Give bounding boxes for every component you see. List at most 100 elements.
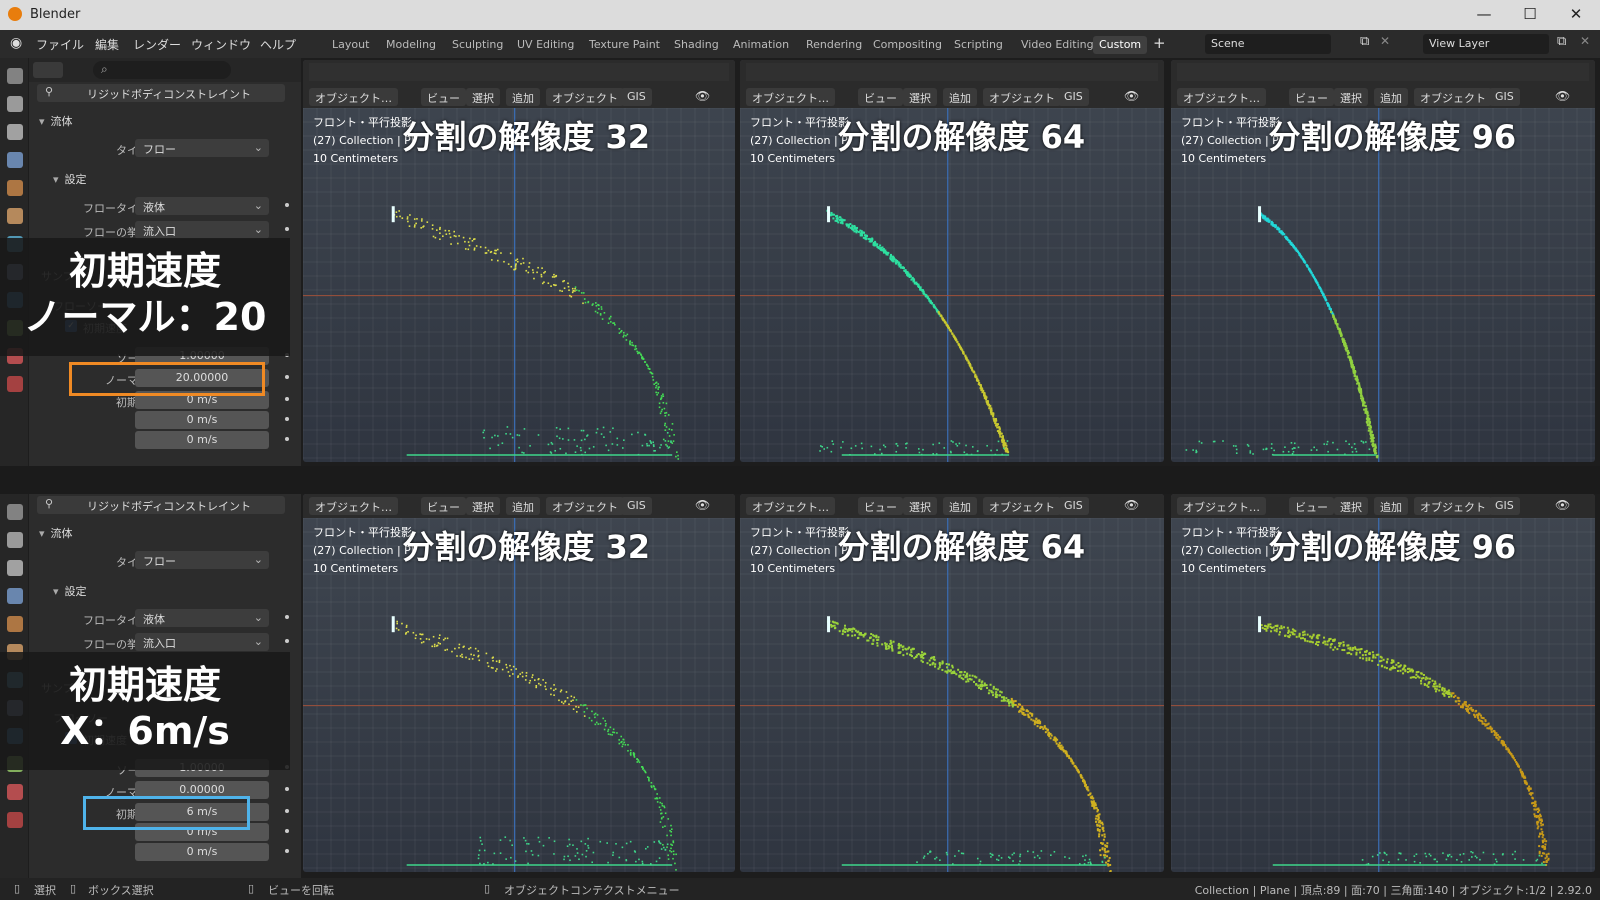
mode-dropdown[interactable]: オブジェクト… bbox=[746, 88, 835, 106]
workspace-tab-modeling[interactable]: Modeling bbox=[380, 36, 442, 54]
keyframe-dot-icon[interactable] bbox=[285, 397, 289, 401]
workspace-tab-uv-editing[interactable]: UV Editing bbox=[511, 36, 580, 54]
select-menu[interactable]: 選択 bbox=[1334, 497, 1368, 515]
workspace-tab-layout[interactable]: Layout bbox=[326, 36, 375, 54]
settings-section[interactable]: ▾ 設定 bbox=[53, 583, 87, 599]
flow-type-field[interactable]: 液体 ⌄ bbox=[135, 609, 269, 627]
workspace-tab-texture-paint[interactable]: Texture Paint bbox=[583, 36, 666, 54]
add-menu[interactable]: 追加 bbox=[506, 497, 540, 515]
properties-tab-icon[interactable] bbox=[7, 560, 23, 576]
properties-tab-icon[interactable] bbox=[7, 124, 23, 140]
workspace-tab-sculpting[interactable]: Sculpting bbox=[446, 36, 509, 54]
view-menu[interactable]: ビュー bbox=[421, 88, 466, 106]
fluid-type-field[interactable]: フロー ⌄ bbox=[135, 139, 269, 157]
object-menu[interactable]: オブジェクト bbox=[546, 497, 624, 515]
add-menu[interactable]: 追加 bbox=[1374, 88, 1408, 106]
properties-tab-icon[interactable] bbox=[7, 784, 23, 800]
view-menu[interactable]: ビュー bbox=[858, 497, 903, 515]
add-menu[interactable]: 追加 bbox=[943, 88, 977, 106]
object-menu[interactable]: オブジェクト bbox=[1414, 88, 1492, 106]
keyframe-dot-icon[interactable] bbox=[285, 437, 289, 441]
rigid-body-constraint-button[interactable]: ⚲ リジッドボディコンストレイント bbox=[37, 84, 285, 102]
workspace-tab-animation[interactable]: Animation bbox=[727, 36, 795, 54]
visibility-eye-icon[interactable]: 👁 bbox=[1555, 89, 1570, 103]
workspace-tab-video-editing[interactable]: Video Editing bbox=[1015, 36, 1100, 54]
properties-tab-icon[interactable] bbox=[7, 588, 23, 604]
mode-dropdown[interactable]: オブジェクト… bbox=[746, 497, 835, 515]
initial-z-field[interactable]: 0 m/s bbox=[135, 431, 269, 449]
visibility-eye-icon[interactable]: 👁 bbox=[1124, 498, 1139, 512]
select-menu[interactable]: 選択 bbox=[466, 497, 500, 515]
editor-type-icon[interactable] bbox=[33, 62, 63, 78]
workspace-tab-custom[interactable]: Custom bbox=[1093, 36, 1148, 54]
viewport-2[interactable]: オブジェクト… ビュー 選択 追加 オブジェクト GIS 👁 フロント・平行投影 (27) Co… bbox=[740, 494, 1164, 872]
viewport-3[interactable]: オブジェクト… ビュー 選択 追加 オブジェクト GIS 👁 フロント・平行投影 (27) Co… bbox=[1171, 60, 1595, 462]
keyframe-dot-icon[interactable] bbox=[285, 639, 289, 643]
initial-y-field[interactable]: 0 m/s bbox=[135, 411, 269, 429]
menu-edit[interactable]: 編集 bbox=[95, 36, 119, 53]
menu-help[interactable]: ヘルプ bbox=[260, 36, 296, 53]
mode-dropdown[interactable]: オブジェクト… bbox=[309, 88, 398, 106]
view-menu[interactable]: ビュー bbox=[421, 497, 466, 515]
viewport-3[interactable]: オブジェクト… ビュー 選択 追加 オブジェクト GIS 👁 フロント・平行投影 (27) Co… bbox=[1171, 494, 1595, 872]
mode-dropdown[interactable]: オブジェクト… bbox=[1177, 497, 1266, 515]
gis-menu[interactable]: GIS bbox=[1489, 88, 1520, 106]
visibility-eye-icon[interactable]: 👁 bbox=[1555, 498, 1570, 512]
visibility-eye-icon[interactable]: 👁 bbox=[1124, 89, 1139, 103]
properties-tab-icon[interactable] bbox=[7, 208, 23, 224]
blender-menu-icon[interactable]: ◉ bbox=[10, 35, 22, 51]
properties-tab-icon[interactable] bbox=[7, 96, 23, 112]
search-field[interactable] bbox=[93, 61, 231, 79]
select-menu[interactable]: 選択 bbox=[903, 497, 937, 515]
workspace-tab-scripting[interactable]: Scripting bbox=[948, 36, 1009, 54]
properties-tab-icon[interactable] bbox=[7, 532, 23, 548]
flow-behavior-field[interactable]: 流入口 ⌄ bbox=[135, 221, 269, 239]
properties-tab-icon[interactable] bbox=[7, 152, 23, 168]
keyframe-dot-icon[interactable] bbox=[285, 615, 289, 619]
viewport-1[interactable]: オブジェクト… ビュー 選択 追加 オブジェクト GIS 👁 フロント・平行投影 (27) Co… bbox=[303, 60, 735, 462]
copy-icon[interactable]: ⧉ bbox=[1360, 34, 1369, 49]
gis-menu[interactable]: GIS bbox=[621, 88, 652, 106]
visibility-eye-icon[interactable]: 👁 bbox=[695, 498, 710, 512]
add-workspace-icon[interactable]: + bbox=[1153, 34, 1166, 52]
properties-tab-icon[interactable] bbox=[7, 504, 23, 520]
rigid-body-constraint-button[interactable]: ⚲ リジッドボディコンストレイント bbox=[37, 496, 285, 514]
minimize-button[interactable]: — bbox=[1474, 4, 1494, 24]
gis-menu[interactable]: GIS bbox=[621, 497, 652, 515]
flow-type-field[interactable]: 液体 ⌄ bbox=[135, 197, 269, 215]
fluid-section[interactable]: ▾ 流体 bbox=[39, 525, 73, 541]
gis-menu[interactable]: GIS bbox=[1058, 497, 1089, 515]
properties-tab-icon[interactable] bbox=[7, 68, 23, 84]
view-menu[interactable]: ビュー bbox=[1289, 497, 1334, 515]
viewport-1[interactable]: オブジェクト… ビュー 選択 追加 オブジェクト GIS 👁 フロント・平行投影 (27) Co… bbox=[303, 494, 735, 872]
object-menu[interactable]: オブジェクト bbox=[1414, 497, 1492, 515]
mode-dropdown[interactable]: オブジェクト… bbox=[1177, 88, 1266, 106]
flow-behavior-field[interactable]: 流入口 ⌄ bbox=[135, 633, 269, 651]
mode-dropdown[interactable]: オブジェクト… bbox=[309, 497, 398, 515]
initial-z-field[interactable]: 0 m/s bbox=[135, 843, 269, 861]
properties-tab-icon[interactable] bbox=[7, 812, 23, 828]
object-menu[interactable]: オブジェクト bbox=[546, 88, 624, 106]
keyframe-dot-icon[interactable] bbox=[285, 849, 289, 853]
view-menu[interactable]: ビュー bbox=[858, 88, 903, 106]
workspace-tab-shading[interactable]: Shading bbox=[668, 36, 725, 54]
properties-tab-icon[interactable] bbox=[7, 376, 23, 392]
workspace-tab-compositing[interactable]: Compositing bbox=[867, 36, 948, 54]
add-menu[interactable]: 追加 bbox=[1374, 497, 1408, 515]
close-button[interactable]: ✕ bbox=[1566, 4, 1586, 24]
add-menu[interactable]: 追加 bbox=[943, 497, 977, 515]
add-menu[interactable]: 追加 bbox=[506, 88, 540, 106]
close-view-layer-icon[interactable]: ✕ bbox=[1580, 34, 1590, 48]
close-scene-icon[interactable]: ✕ bbox=[1380, 34, 1390, 48]
fluid-type-field[interactable]: フロー ⌄ bbox=[135, 551, 269, 569]
keyframe-dot-icon[interactable] bbox=[285, 203, 289, 207]
keyframe-dot-icon[interactable] bbox=[285, 809, 289, 813]
gis-menu[interactable]: GIS bbox=[1489, 497, 1520, 515]
menu-window[interactable]: ウィンドウ bbox=[191, 36, 251, 53]
keyframe-dot-icon[interactable] bbox=[285, 829, 289, 833]
visibility-eye-icon[interactable]: 👁 bbox=[695, 89, 710, 103]
view-layer-selector[interactable]: View Layer bbox=[1423, 34, 1549, 54]
gis-menu[interactable]: GIS bbox=[1058, 88, 1089, 106]
select-menu[interactable]: 選択 bbox=[466, 88, 500, 106]
keyframe-dot-icon[interactable] bbox=[285, 787, 289, 791]
